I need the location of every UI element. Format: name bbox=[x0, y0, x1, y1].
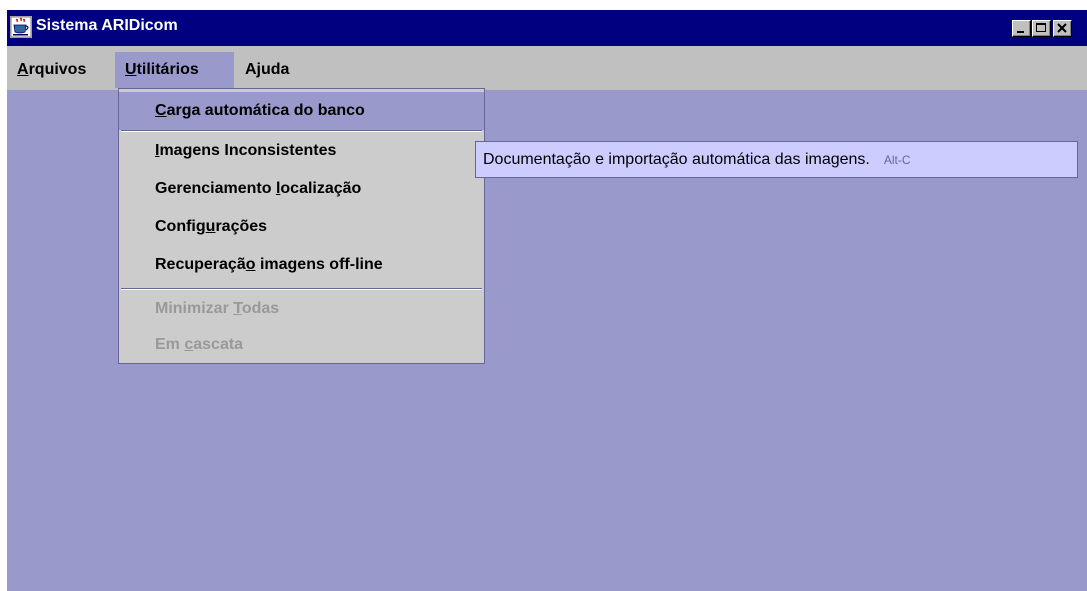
maximize-icon bbox=[1036, 23, 1046, 32]
menu-arquivos-label: rquivos bbox=[28, 61, 87, 78]
menu-item-mnemonic: T bbox=[233, 300, 242, 317]
close-button[interactable] bbox=[1053, 20, 1072, 37]
menu-item-em-cascata: Em cascata bbox=[119, 326, 484, 364]
tooltip-accelerator: Alt-C bbox=[883, 153, 911, 167]
menu-item-recuperacao-imagens[interactable]: Recuperação imagens off-line bbox=[119, 246, 484, 284]
menu-item-imagens-inconsistentes[interactable]: Imagens Inconsistentes bbox=[119, 132, 484, 170]
utilitarios-dropdown: Carga automática do banco Imagens Incons… bbox=[118, 88, 485, 364]
main-window: Sistema ARIDicom Arquivos Utilitários Aj… bbox=[7, 10, 1087, 591]
menu-item-text-pre: Gerenciamento bbox=[155, 180, 276, 197]
menu-item-carga-automatica[interactable]: Carga automática do banco bbox=[119, 92, 484, 130]
menu-item-mnemonic: C bbox=[155, 102, 167, 119]
menu-item-text-pre: Recuperaçã bbox=[155, 256, 246, 273]
menu-item-text-post: ascata bbox=[193, 336, 244, 353]
menu-item-text-post: ocalização bbox=[280, 180, 362, 197]
menu-item-mnemonic: u bbox=[205, 218, 216, 235]
menu-bar: Arquivos Utilitários Ajuda bbox=[7, 52, 1087, 88]
menu-item-text-pre: Minimizar bbox=[155, 300, 234, 317]
menu-arquivos-mnemonic: A bbox=[17, 61, 29, 78]
menu-item-configuracoes[interactable]: Configurações bbox=[119, 208, 484, 246]
tooltip: Documentação e importação automática das… bbox=[475, 141, 1078, 178]
menu-item-mnemonic: c bbox=[184, 336, 194, 353]
menu-ajuda[interactable]: Ajuda bbox=[245, 52, 289, 88]
maximize-button[interactable] bbox=[1032, 20, 1051, 37]
menu-item-text-post: rações bbox=[215, 218, 268, 235]
menu-ajuda-label: Ajuda bbox=[245, 61, 290, 78]
menu-utilitarios-label: tilitários bbox=[136, 61, 199, 78]
menu-item-text-post: imagens off-line bbox=[255, 256, 383, 273]
menu-item-text-post: odas bbox=[241, 300, 280, 317]
window-title: Sistema ARIDicom bbox=[36, 17, 178, 34]
menu-arquivos[interactable]: Arquivos bbox=[17, 52, 86, 88]
close-icon bbox=[1057, 23, 1067, 33]
menu-utilitarios[interactable]: Utilitários bbox=[115, 52, 234, 88]
menu-item-text-post: arga automática do banco bbox=[166, 102, 365, 119]
java-cup-icon[interactable] bbox=[10, 16, 32, 38]
minimize-button[interactable] bbox=[1012, 20, 1031, 37]
minimize-icon bbox=[1017, 31, 1024, 33]
menu-item-mnemonic: o bbox=[245, 256, 256, 273]
menu-item-text-post: magens Inconsistentes bbox=[159, 142, 337, 159]
tooltip-text: Documentação e importação automática das… bbox=[483, 151, 870, 168]
menu-utilitarios-mnemonic: U bbox=[125, 61, 137, 78]
menu-item-text-pre: Config bbox=[155, 218, 206, 235]
title-bar[interactable]: Sistema ARIDicom bbox=[7, 10, 1087, 46]
menu-item-minimizar-todas: Minimizar Todas bbox=[119, 290, 484, 328]
menu-item-gerenciamento-localizacao[interactable]: Gerenciamento localização bbox=[119, 170, 484, 208]
menu-item-text-pre: Em bbox=[155, 336, 185, 353]
